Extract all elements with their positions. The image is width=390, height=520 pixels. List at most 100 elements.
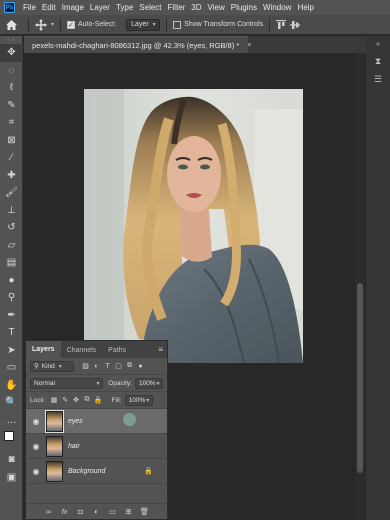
layer-row-background[interactable]: ◉ Background 🔒 — [26, 459, 167, 484]
layer-name[interactable]: Background — [68, 468, 105, 475]
link-icon[interactable]: ∞ — [43, 507, 54, 516]
document-tab[interactable]: pexels-mahdi-chaghari-8086312.jpg @ 42.3… — [24, 36, 251, 53]
lock-icon: 🔒 — [144, 468, 153, 475]
history-icon[interactable]: ⧗ — [366, 52, 390, 70]
panel-grip-icon[interactable]: « » — [0, 36, 22, 44]
layer-name[interactable]: eyes — [68, 418, 83, 425]
align-icons[interactable] — [276, 19, 301, 30]
tab-channels[interactable]: Channels — [61, 347, 103, 358]
blend-mode-dropdown[interactable]: Normal ▾ — [30, 377, 104, 389]
eye-icon[interactable]: ◉ — [30, 442, 42, 451]
vertical-scrollbar[interactable] — [355, 53, 365, 520]
eyedropper-tool-icon[interactable]: ∕ — [0, 149, 23, 167]
eraser-tool-icon[interactable]: ▱ — [0, 237, 23, 255]
add-mask-icon[interactable]: ◘ — [75, 507, 86, 516]
layers-panel-footer: ∞ fx ◘ ◐ ▭ ⊞ 🗑 — [26, 503, 167, 519]
menu-window[interactable]: Window — [260, 3, 294, 12]
menu-type[interactable]: Type — [113, 3, 136, 12]
clone-stamp-tool-icon[interactable]: ⊥ — [0, 202, 23, 220]
opacity-value: 100% — [139, 379, 156, 387]
lock-image-icon[interactable]: ✎ — [60, 395, 71, 406]
scrollbar-thumb[interactable] — [357, 283, 363, 473]
filter-pixel-icon[interactable]: ▨ — [80, 361, 91, 372]
layer-row-eyes[interactable]: ◉ eyes — [26, 409, 167, 434]
dodge-tool-icon[interactable]: ⚲ — [0, 289, 23, 307]
edit-toolbar-icon[interactable]: … — [0, 412, 23, 430]
document-tab-bar: pexels-mahdi-chaghari-8086312.jpg @ 42.3… — [24, 36, 390, 53]
layer-style-fx-button[interactable]: fx — [59, 507, 70, 516]
frame-tool-icon[interactable]: ⊠ — [0, 132, 23, 150]
gradient-tool-icon[interactable]: ▤ — [0, 254, 23, 272]
blend-mode-value: Normal — [34, 379, 55, 387]
filter-toggle-icon[interactable]: ● — [135, 361, 146, 372]
filter-kind-dropdown[interactable]: ⚲ Kind ▾ — [30, 360, 74, 372]
close-icon[interactable]: × — [247, 42, 251, 49]
lock-position-icon[interactable]: ✥ — [71, 395, 82, 406]
fill-field[interactable]: 100% ▾ — [124, 394, 153, 406]
marquee-tool-icon[interactable]: ◌ — [0, 62, 23, 80]
collapse-panels-icon[interactable]: » — [366, 36, 390, 52]
layer-name[interactable]: hair — [68, 443, 80, 450]
menu-filter[interactable]: Filter — [165, 3, 189, 12]
adjustment-layer-icon[interactable]: ◐ — [91, 507, 102, 516]
layer-thumbnail — [45, 409, 64, 433]
filter-type-icon[interactable]: T — [102, 361, 113, 372]
menu-3d[interactable]: 3D — [188, 3, 204, 12]
chevron-down-icon: ▾ — [96, 380, 100, 387]
properties-icon[interactable]: ☰ — [366, 70, 390, 88]
rectangle-tool-icon[interactable]: ▭ — [0, 359, 23, 377]
tab-layers[interactable]: Layers — [26, 341, 61, 358]
tab-paths[interactable]: Paths — [102, 347, 132, 358]
auto-select-dropdown[interactable]: Layer ▾ — [126, 18, 161, 31]
blend-opacity-row: Normal ▾ Opacity: 100% ▾ — [26, 375, 167, 392]
filter-adjustment-icon[interactable]: ◐ — [91, 361, 102, 372]
panel-menu-icon[interactable]: ≡ — [158, 345, 163, 354]
new-group-icon[interactable]: ▭ — [107, 507, 118, 516]
fill-value: 100% — [128, 396, 146, 404]
filter-shape-icon[interactable]: ▢ — [113, 361, 124, 372]
home-icon[interactable] — [0, 19, 22, 30]
new-layer-icon[interactable]: ⊞ — [123, 507, 134, 516]
layer-row-hair[interactable]: ◉ hair — [26, 434, 167, 459]
auto-select-checkbox[interactable]: ✓ — [67, 20, 76, 29]
lock-label: Lock: — [30, 396, 46, 404]
quick-mask-icon[interactable]: ◙ — [0, 451, 23, 469]
quick-select-tool-icon[interactable]: ✎ — [0, 97, 23, 115]
blur-tool-icon[interactable]: ● — [0, 272, 23, 290]
type-tool-icon[interactable]: T — [0, 324, 23, 342]
menu-image[interactable]: Image — [59, 3, 87, 12]
trash-icon[interactable]: 🗑 — [139, 507, 150, 516]
pen-tool-icon[interactable]: ✒ — [0, 307, 23, 325]
menu-select[interactable]: Select — [136, 3, 164, 12]
filter-smart-object-icon[interactable]: ⧉ — [124, 361, 135, 372]
history-brush-tool-icon[interactable]: ↺ — [0, 219, 23, 237]
menu-file[interactable]: File — [20, 3, 39, 12]
color-swatches-icon[interactable] — [0, 429, 23, 451]
eye-icon[interactable]: ◉ — [30, 417, 42, 426]
align-top-icon — [276, 19, 287, 29]
menu-view[interactable]: View — [205, 3, 228, 12]
eye-icon[interactable]: ◉ — [30, 467, 42, 476]
opacity-field[interactable]: 100% ▾ — [135, 377, 163, 389]
lock-artboard-icon[interactable]: ⧉ — [82, 395, 93, 406]
menu-plugins[interactable]: Plugins — [228, 3, 260, 12]
lock-all-icon[interactable]: 🔒 — [93, 395, 104, 406]
document-image[interactable] — [84, 89, 303, 363]
move-tool-preset-icon[interactable]: ▾ — [35, 18, 54, 31]
lasso-tool-icon[interactable]: ℓ — [0, 79, 23, 97]
menu-layer[interactable]: Layer — [87, 3, 113, 12]
crop-tool-icon[interactable]: ⌗ — [0, 114, 23, 132]
zoom-tool-icon[interactable]: 🔍 — [0, 394, 23, 412]
show-transform-checkbox[interactable] — [173, 20, 182, 29]
path-selection-tool-icon[interactable]: ➤ — [0, 342, 23, 360]
screen-mode-icon[interactable]: ▣ — [0, 469, 23, 487]
healing-brush-tool-icon[interactable]: ✚ — [0, 167, 23, 185]
menu-edit[interactable]: Edit — [39, 3, 59, 12]
brush-tool-icon[interactable]: 🖌 — [0, 184, 23, 202]
hand-tool-icon[interactable]: ✋ — [0, 377, 23, 395]
lock-transparent-icon[interactable]: ▦ — [49, 395, 60, 406]
menu-help[interactable]: Help — [294, 3, 316, 12]
chevron-down-icon: ▾ — [58, 363, 62, 370]
separator — [166, 17, 168, 32]
move-tool-icon[interactable]: ✥ — [0, 44, 23, 62]
